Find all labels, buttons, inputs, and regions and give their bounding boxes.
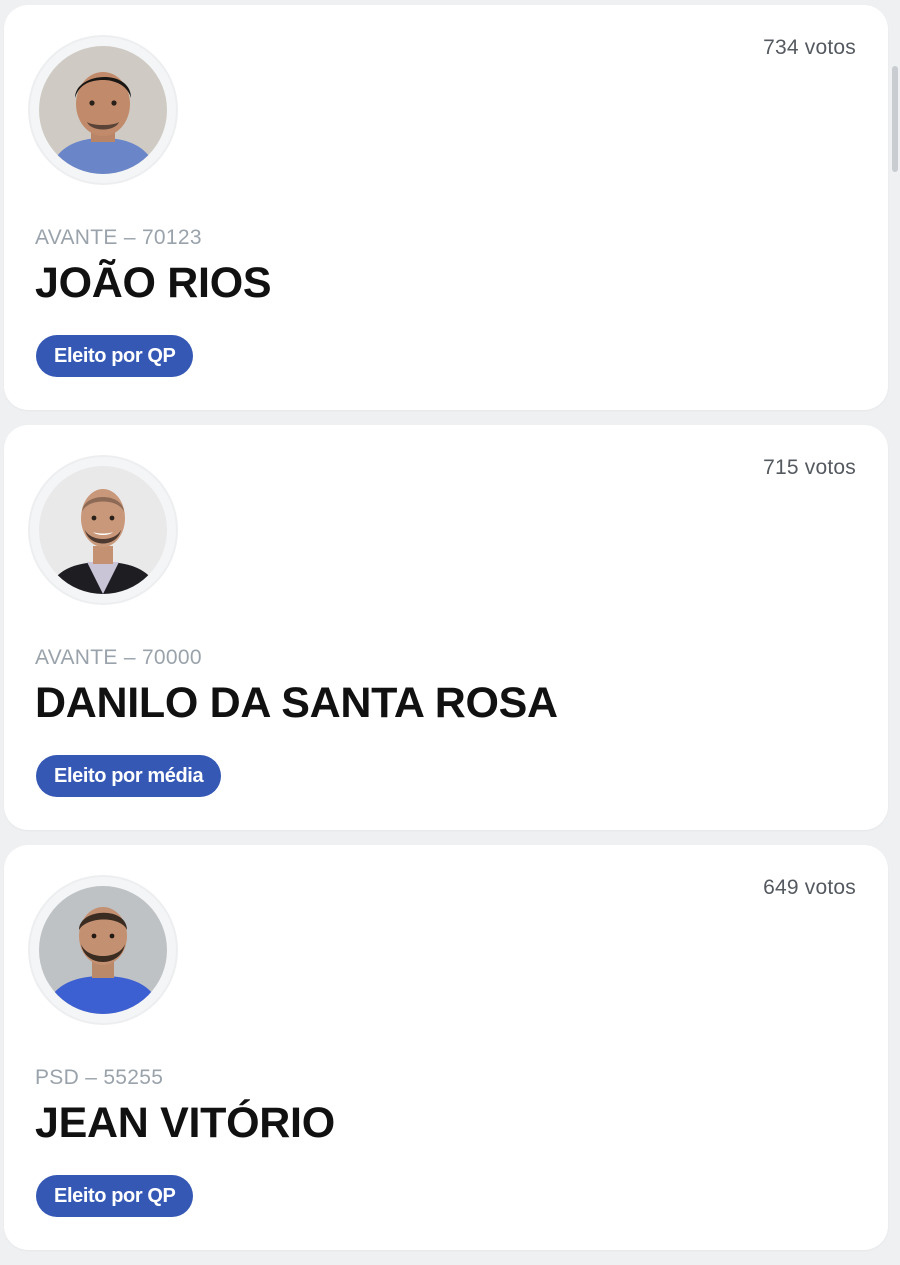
votes-count: 734 votos bbox=[763, 36, 856, 59]
status-badge: Eleito por QP bbox=[36, 335, 194, 377]
status-badge: Eleito por média bbox=[36, 755, 222, 797]
avatar bbox=[30, 37, 176, 183]
candidate-card[interactable]: 649 votos PSD – 55255 JEAN VITÓRIO Eleit… bbox=[4, 845, 888, 1250]
candidate-card[interactable]: 715 votos AVANTE – 70000 DANILO DA SANTA… bbox=[4, 425, 888, 830]
status-badge: Eleito por QP bbox=[36, 1175, 194, 1217]
person-photo-icon bbox=[39, 466, 167, 594]
avatar bbox=[30, 877, 176, 1023]
candidate-name: DANILO DA SANTA ROSA bbox=[35, 679, 558, 727]
scrollbar-thumb[interactable] bbox=[892, 66, 898, 172]
party-number: AVANTE – 70123 bbox=[35, 226, 202, 249]
party-number: PSD – 55255 bbox=[35, 1066, 164, 1089]
party-number: AVANTE – 70000 bbox=[35, 646, 202, 669]
avatar bbox=[30, 457, 176, 603]
votes-count: 715 votos bbox=[763, 456, 856, 479]
candidate-name: JOÃO RIOS bbox=[35, 259, 272, 307]
candidate-list: 734 votos AVANTE – 70123 JOÃO RIOS Eleit… bbox=[4, 5, 888, 1265]
candidate-card[interactable]: 734 votos AVANTE – 70123 JOÃO RIOS Eleit… bbox=[4, 5, 888, 410]
person-photo-icon bbox=[39, 886, 167, 1014]
candidate-name: JEAN VITÓRIO bbox=[35, 1099, 335, 1147]
person-photo-icon bbox=[39, 46, 167, 174]
votes-count: 649 votos bbox=[763, 876, 856, 899]
